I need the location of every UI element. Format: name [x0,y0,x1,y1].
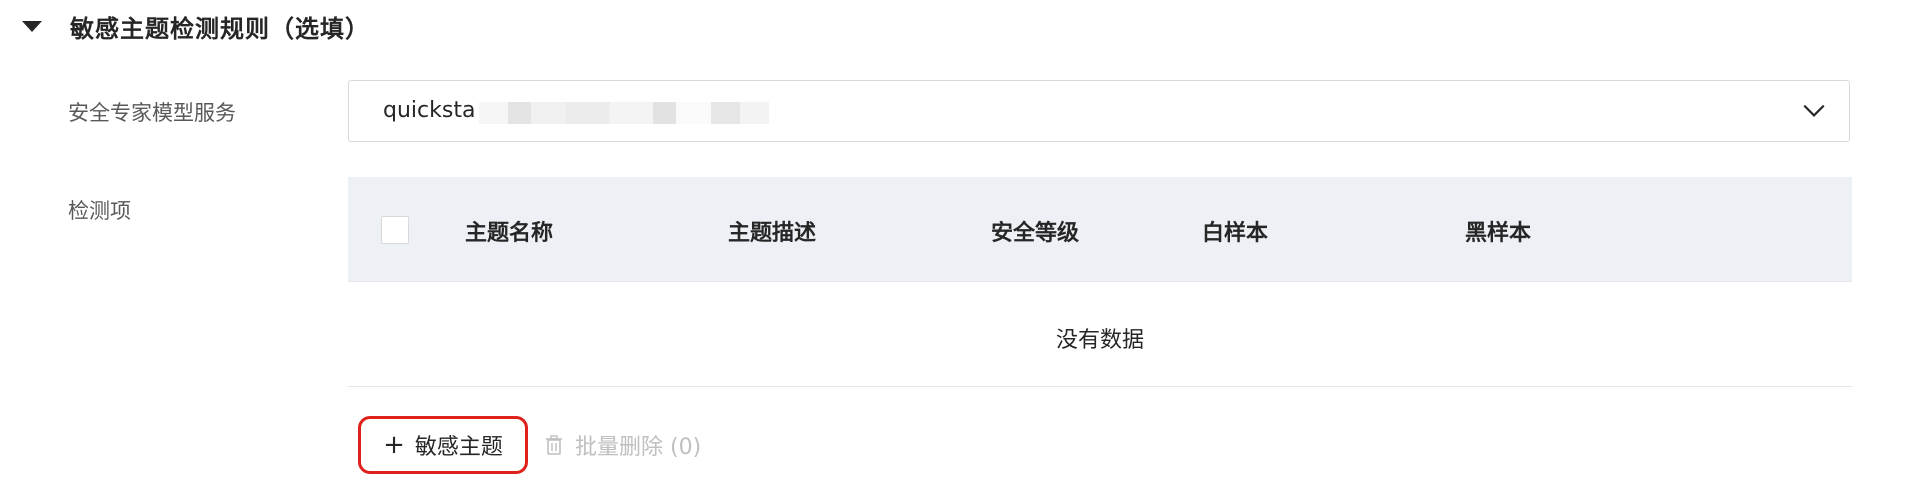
service-select-value: quicksta [383,98,476,123]
plus-icon: + [383,430,405,460]
add-sensitive-topic-label: 敏感主题 [414,435,503,460]
column-header-white-samples: 白样本 [1202,221,1269,246]
batch-delete-button[interactable]: 批量删除 (0) [545,429,701,461]
batch-delete-label: 批量删除 (0) [575,435,702,460]
section-header[interactable]: 敏感主题检测规则（选填） [22,0,370,52]
column-header-topic-description: 主题描述 [728,221,817,246]
redacted-mosaic [479,102,769,124]
table-empty-row: 没有数据 [348,282,1852,387]
chevron-down-icon[interactable] [1801,97,1827,123]
column-header-black-samples: 黑样本 [1465,221,1532,246]
table-header: 主题名称 主题描述 安全等级 白样本 黑样本 [348,177,1852,282]
service-select[interactable]: quicksta [348,80,1850,142]
column-header-security-level: 安全等级 [991,221,1080,246]
section-title: 敏感主题检测规则（选填） [70,14,370,43]
service-label: 安全专家模型服务 [68,101,236,125]
detection-items-label: 检测项 [68,199,131,223]
select-all-checkbox[interactable] [381,216,409,244]
empty-state-text: 没有数据 [1055,328,1144,353]
add-sensitive-topic-button[interactable]: + 敏感主题 [358,416,528,474]
sensitive-topic-rule-panel: 敏感主题检测规则（选填） 安全专家模型服务 quicksta 检测项 主题名称 … [0,0,1916,502]
topic-table: 主题名称 主题描述 安全等级 白样本 黑样本 没有数据 [348,177,1852,387]
column-header-topic-name: 主题名称 [465,221,554,246]
caret-down-icon[interactable] [22,20,42,32]
trash-icon [546,435,562,455]
